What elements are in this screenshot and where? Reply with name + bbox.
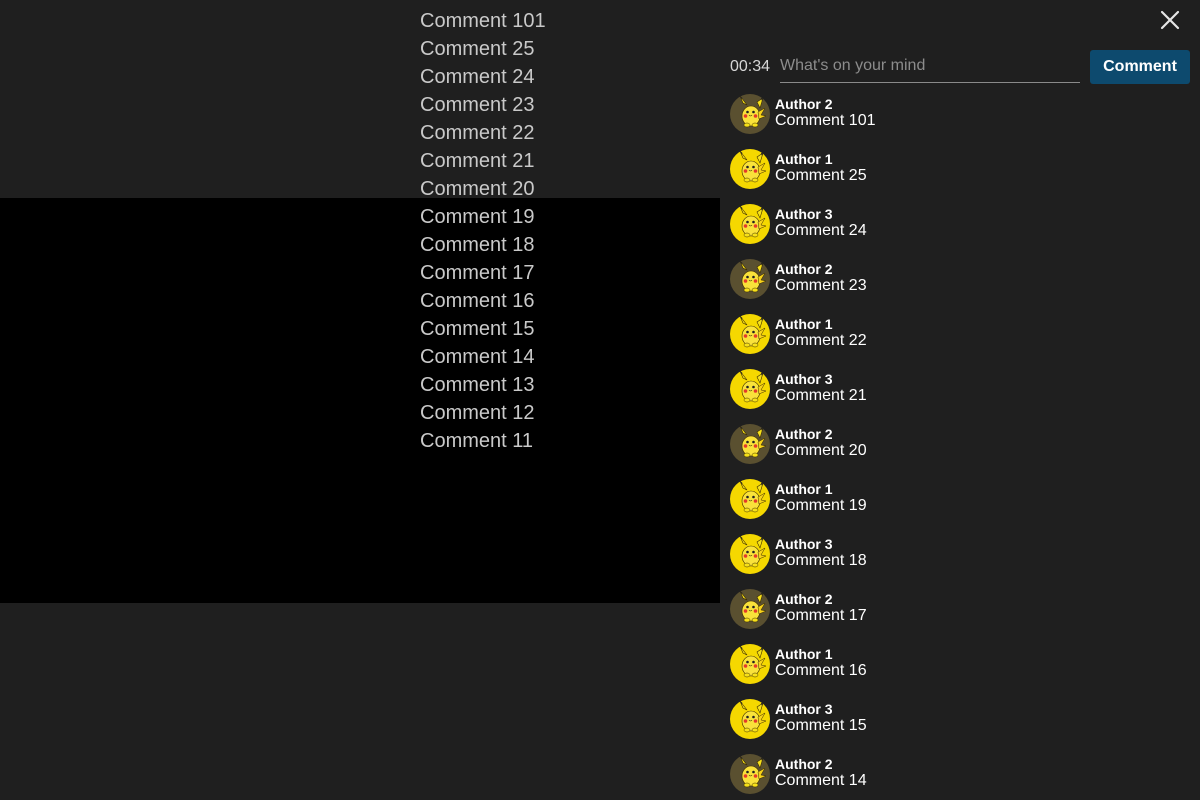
overlay-comment: Comment 19 [420,206,535,228]
pikachu-icon [730,479,770,519]
overlay-comment: Comment 20 [420,178,535,200]
comment-text: Comment 24 [775,222,867,239]
pikachu-icon [730,644,770,684]
overlay-comment: Comment 24 [420,66,535,88]
comment-composer: 00:34 Comment [730,50,1190,84]
pikachu-icon [730,369,770,409]
comment-text: Comment 20 [775,442,867,459]
comment-text: Comment 23 [775,277,867,294]
player-page: Comment 101 Comment 25 Comment 24 Comment 2… [0,0,1200,800]
current-timestamp: 00:34 [730,58,771,75]
overlay-comment: Comment 21 [420,150,535,172]
comment-author[interactable]: Author 3 [775,371,833,387]
comment-text: Comment 101 [775,112,876,129]
comment-text: Comment 21 [775,387,867,404]
comment-text: Comment 14 [775,772,867,789]
comment-author[interactable]: Author 2 [775,426,833,442]
overlay-comment: Comment 22 [420,122,535,144]
overlay-comment: Comment 23 [420,94,535,116]
comment-author[interactable]: Author 3 [775,206,833,222]
overlay-comment: Comment 11 [420,430,534,452]
pikachu-icon [730,94,770,134]
avatar[interactable] [730,424,770,464]
pikachu-icon [730,149,770,189]
overlay-comment: Comment 15 [420,318,535,340]
overlay-comment: Comment 18 [420,234,535,256]
avatar[interactable] [730,754,770,794]
pikachu-icon [730,534,770,574]
pikachu-icon [730,314,770,354]
avatar[interactable] [730,314,770,354]
comment-author[interactable]: Author 2 [775,96,833,112]
avatar[interactable] [730,94,770,134]
video-player[interactable] [0,198,720,603]
comment-author[interactable]: Author 3 [775,536,833,552]
comment-text: Comment 16 [775,662,867,679]
comment-author[interactable]: Author 3 [775,701,833,717]
overlay-comment: Comment 25 [420,38,535,60]
pikachu-icon [730,424,770,464]
pikachu-icon [730,204,770,244]
comment-text: Comment 17 [775,607,867,624]
avatar[interactable] [730,369,770,409]
comment-text: Comment 18 [775,552,867,569]
comment-author[interactable]: Author 1 [775,646,833,662]
pikachu-icon [730,699,770,739]
pikachu-icon [730,754,770,794]
avatar[interactable] [730,644,770,684]
avatar[interactable] [730,204,770,244]
comments-panel: 00:34 Comment Author 2 Comment 101 Autho… [720,0,1200,800]
comment-input[interactable] [780,50,1080,83]
comment-submit-button[interactable]: Comment [1090,50,1190,84]
comment-author[interactable]: Author 1 [775,151,833,167]
overlay-comment: Comment 12 [420,402,535,424]
comment-author[interactable]: Author 1 [775,316,833,332]
overlay-comment: Comment 13 [420,374,535,396]
comment-author[interactable]: Author 2 [775,261,833,277]
comment-author[interactable]: Author 2 [775,756,833,772]
comment-text: Comment 19 [775,497,867,514]
avatar[interactable] [730,699,770,739]
avatar[interactable] [730,479,770,519]
comment-text: Comment 22 [775,332,867,349]
overlay-comment-list: Comment 101 Comment 25 Comment 24 Comment 2… [420,7,546,455]
comment-text: Comment 15 [775,717,867,734]
comment-author[interactable]: Author 1 [775,481,833,497]
overlay-comment: Comment 14 [420,346,535,368]
avatar[interactable] [730,259,770,299]
pikachu-icon [730,589,770,629]
pikachu-icon [730,259,770,299]
comment-author[interactable]: Author 2 [775,591,833,607]
overlay-comment: Comment 101 [420,10,546,32]
overlay-comment: Comment 17 [420,262,535,284]
avatar[interactable] [730,149,770,189]
avatar[interactable] [730,589,770,629]
overlay-comment: Comment 16 [420,290,535,312]
avatar[interactable] [730,534,770,574]
video-area: Comment 101 Comment 25 Comment 24 Comment 2… [0,0,720,800]
comment-text: Comment 25 [775,167,867,184]
